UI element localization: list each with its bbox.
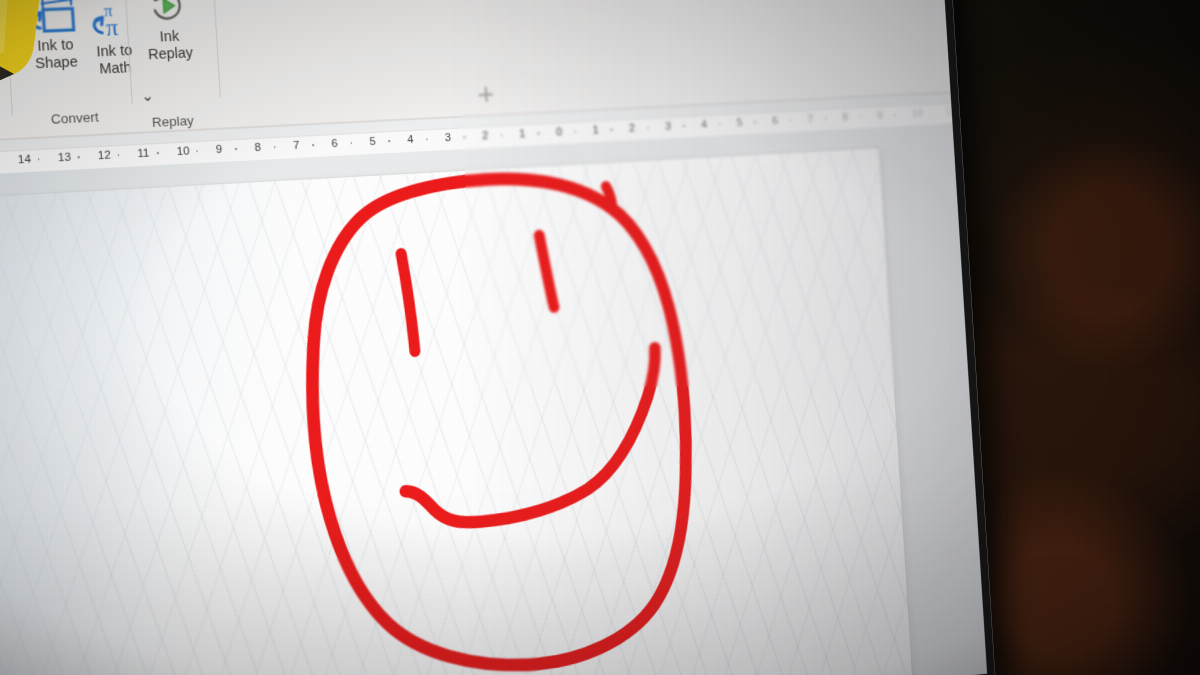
ruler-minor-tick — [157, 152, 159, 154]
group-label-replay: Replay — [151, 113, 194, 130]
ruler-minor-tick — [274, 146, 276, 148]
ruler-tick: 5 — [369, 136, 376, 148]
ruler-tick: 7 — [293, 140, 300, 152]
ruler-minor-tick — [388, 140, 390, 142]
ruler-minor-tick — [312, 144, 314, 146]
ruler-minor-tick — [426, 138, 428, 140]
ruler-tick: 6 — [331, 138, 338, 150]
photo-of-monitor: Marketing Plan Deck Animations Slide Sho… — [0, 0, 1200, 675]
ruler-tick: 10 — [176, 145, 189, 158]
ruler-tick: 8 — [254, 142, 261, 154]
ruler-tick: 11 — [137, 147, 150, 160]
ruler-minor-tick — [78, 156, 80, 158]
ruler-tick: 13 — [58, 151, 72, 164]
ruler-tick: 14 — [17, 154, 31, 167]
ruler-tick: 12 — [97, 149, 111, 162]
ruler-minor-tick — [196, 150, 198, 152]
ink-replay-label: Ink Replay — [137, 28, 203, 65]
monitor-screen: Marketing Plan Deck Animations Slide Sho… — [0, 0, 995, 675]
ruler-minor-tick — [118, 154, 120, 156]
ruler-tick: 9 — [215, 144, 222, 156]
ruler-minor-tick — [351, 142, 353, 144]
yellow-stylus — [0, 0, 64, 114]
ruler-tick: 4 — [407, 134, 414, 146]
ruler-minor-tick — [38, 158, 40, 160]
powerpoint-window: Marketing Plan Deck Animations Slide Sho… — [0, 0, 995, 675]
ruler-minor-tick — [235, 148, 237, 150]
chevron-down-icon[interactable]: ⌄ — [141, 86, 155, 105]
ruler-tick: 3 — [445, 132, 452, 144]
